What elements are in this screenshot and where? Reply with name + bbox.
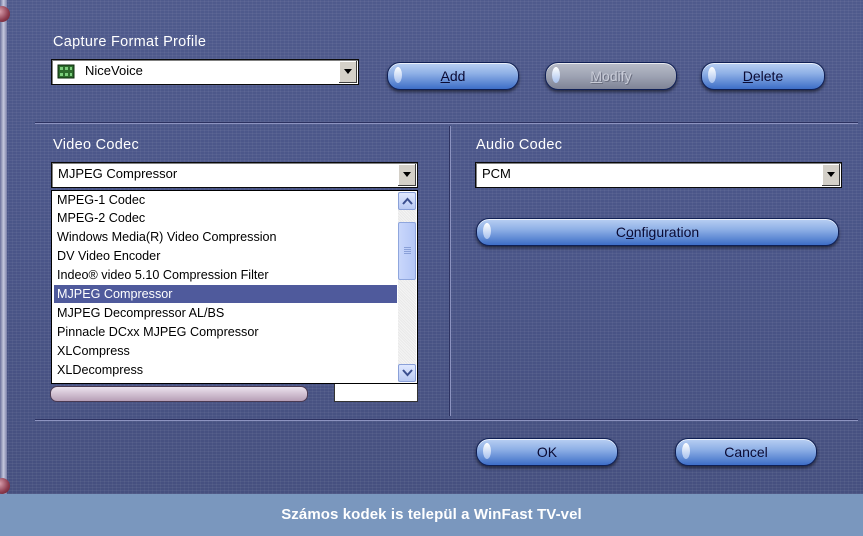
- list-item[interactable]: Indeo® video 5.10 Compression Filter: [54, 266, 397, 284]
- capture-profile-select[interactable]: NiceVoice: [51, 59, 359, 85]
- delete-button[interactable]: Delete: [701, 62, 825, 90]
- audio-codec-value: PCM: [482, 166, 511, 181]
- chevron-up-icon: [402, 197, 413, 205]
- hidden-button: [50, 386, 308, 402]
- list-item[interactable]: MJPEG Decompressor AL/BS: [54, 304, 397, 322]
- cancel-button[interactable]: Cancel: [675, 438, 817, 466]
- list-scrollbar[interactable]: [398, 192, 416, 382]
- list-item[interactable]: Pinnacle DCxx MJPEG Compressor: [54, 323, 397, 341]
- list-item[interactable]: DV Video Encoder: [54, 247, 397, 265]
- video-codec-label: Video Codec: [53, 137, 140, 153]
- scroll-down-button[interactable]: [398, 364, 416, 382]
- separator-bottom: [35, 419, 858, 421]
- capture-format-profile-label: Capture Format Profile: [53, 34, 207, 50]
- scroll-thumb[interactable]: [398, 222, 416, 280]
- audio-codec-label: Audio Codec: [476, 137, 563, 153]
- modify-button[interactable]: Modify: [545, 62, 677, 90]
- window-edge: [0, 0, 7, 494]
- configuration-button[interactable]: Configuration: [476, 218, 839, 246]
- video-codec-dropdown-list[interactable]: MPEG-1 Codec MPEG-2 Codec Windows Media(…: [51, 190, 418, 384]
- capture-profile-value: NiceVoice: [85, 63, 143, 78]
- separator-vertical: [449, 126, 451, 416]
- list-item[interactable]: MPEG-2 Codec: [54, 209, 397, 227]
- list-item-selected[interactable]: MJPEG Compressor: [54, 285, 397, 303]
- add-button[interactable]: Add: [387, 62, 519, 90]
- chevron-down-icon[interactable]: [821, 164, 840, 186]
- chevron-down-icon[interactable]: [397, 164, 416, 186]
- ok-button[interactable]: OK: [476, 438, 618, 466]
- corner-knob-top: [0, 6, 10, 22]
- list-item[interactable]: XLDecompress: [54, 361, 397, 379]
- image-caption: Számos kodek is települ a WinFast TV-vel: [0, 494, 863, 536]
- scroll-up-button[interactable]: [398, 192, 416, 210]
- film-icon: [57, 64, 75, 79]
- list-item[interactable]: MPEG-1 Codec: [54, 191, 397, 209]
- corner-knob-bottom: [0, 478, 10, 494]
- video-codec-select[interactable]: MJPEG Compressor: [51, 162, 418, 188]
- audio-codec-select[interactable]: PCM: [475, 162, 842, 188]
- separator-top: [35, 122, 858, 124]
- video-codec-value: MJPEG Compressor: [58, 166, 178, 181]
- chevron-down-icon: [402, 369, 413, 377]
- list-item[interactable]: Windows Media(R) Video Compression: [54, 228, 397, 246]
- dialog-panel: Capture Format Profile NiceVoice Add Mod…: [0, 0, 863, 494]
- chevron-down-icon[interactable]: [338, 61, 357, 83]
- list-item[interactable]: XLCompress: [54, 342, 397, 360]
